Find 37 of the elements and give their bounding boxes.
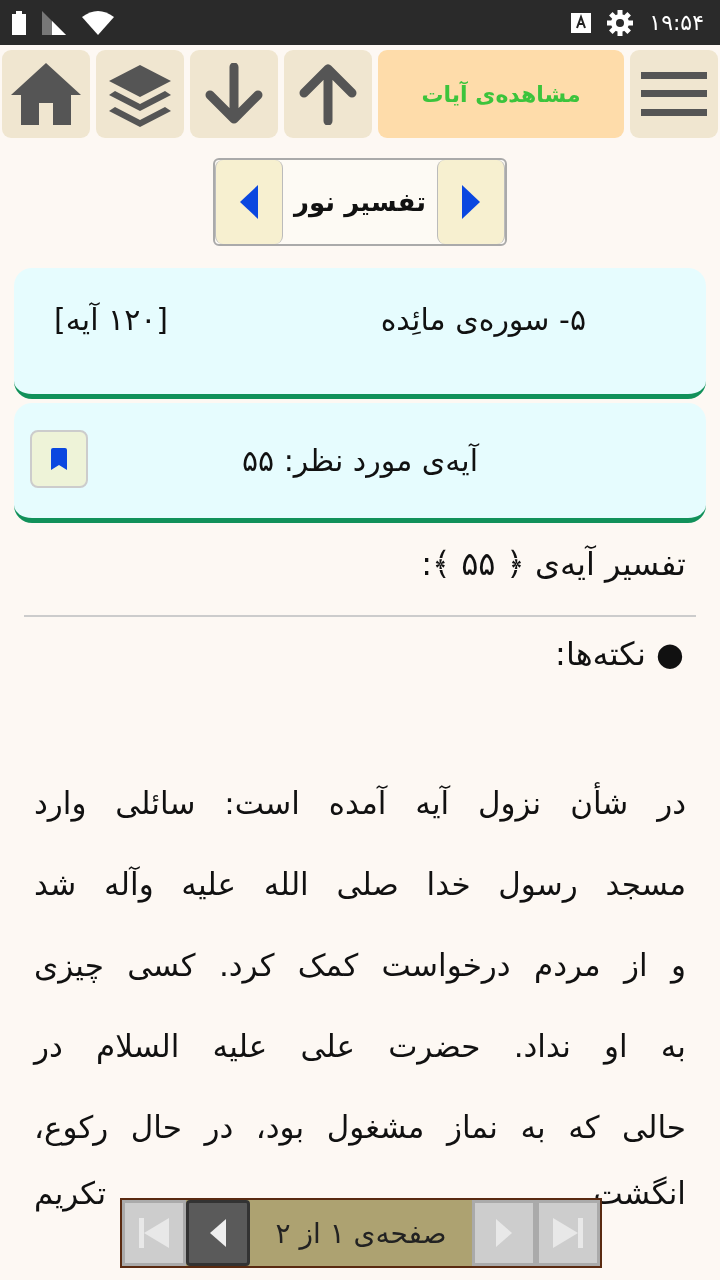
- menu-icon: [641, 72, 707, 116]
- layers-button[interactable]: [96, 50, 184, 138]
- previous-tafsir-button[interactable]: [215, 160, 283, 244]
- wifi-icon: [82, 10, 114, 35]
- surah-title[interactable]: ۵- سوره‌ی مائِده: [380, 302, 586, 337]
- home-button[interactable]: [2, 50, 90, 138]
- bookmark-button[interactable]: [30, 430, 88, 488]
- next-tafsir-button[interactable]: [437, 160, 505, 244]
- bookmark-icon: [51, 448, 67, 470]
- skip-right-icon: [553, 1218, 583, 1248]
- tafsir-name: تفسیر نور: [292, 186, 427, 220]
- scroll-up-button[interactable]: [284, 50, 372, 138]
- skip-left-icon: [139, 1218, 169, 1248]
- triangle-right-icon: [462, 185, 480, 219]
- verse-title[interactable]: آیه‌ی مورد نظر: ۵۵: [241, 443, 479, 478]
- menu-button[interactable]: [630, 50, 718, 138]
- verse-count: [۱۲۰ آیه]: [54, 302, 169, 337]
- home-icon: [11, 63, 81, 125]
- triangle-left-icon: [240, 185, 258, 219]
- paragraph-line: و از مردم درخواست کمک کرد. کسی چیزی: [34, 947, 686, 986]
- notes-heading: ● نکته‌ها:: [554, 634, 685, 673]
- signal-icon: [42, 10, 66, 35]
- battery-icon: [12, 10, 26, 35]
- arrow-down-icon: [205, 63, 263, 125]
- keyboard-a-icon: [571, 12, 592, 33]
- triangle-right-icon: [496, 1219, 512, 1247]
- scroll-down-button[interactable]: [190, 50, 278, 138]
- paragraph-line: به او نداد. حضرت علی علیه السلام در: [34, 1028, 686, 1067]
- page-indicator: صفحه‌ی ۱ از ۲: [274, 1215, 448, 1252]
- paragraph-line: مسجد رسول خدا صلی الله علیه وآله شد: [34, 866, 686, 905]
- clock-time: ۱۹:۵۴: [649, 10, 704, 35]
- tafsir-heading: تفسیر آیه‌ی ﴿ ۵۵ ﴾:: [420, 544, 687, 585]
- triangle-left-icon: [210, 1219, 226, 1247]
- page-step-button[interactable]: [186, 1200, 250, 1266]
- paragraph-fragment: تکریم: [34, 1176, 107, 1214]
- paragraph-fragment: انگشت: [593, 1176, 686, 1213]
- arrow-up-icon: [299, 63, 357, 125]
